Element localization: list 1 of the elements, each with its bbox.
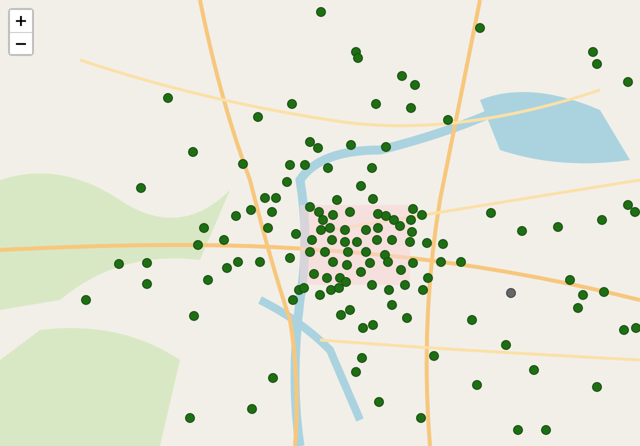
zoom-out-button[interactable]: − [10, 32, 32, 54]
